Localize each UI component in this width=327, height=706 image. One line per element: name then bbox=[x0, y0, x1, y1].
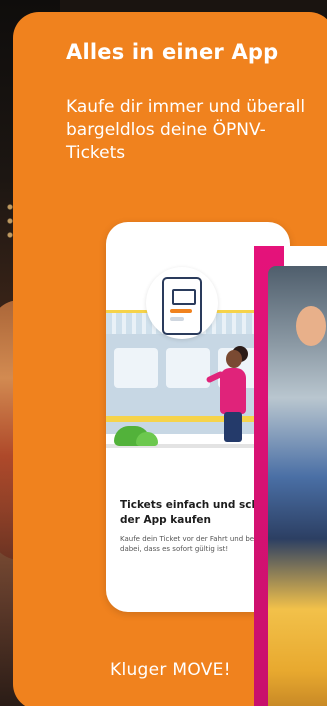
tram-window bbox=[166, 348, 210, 388]
slogan: Kluger MOVE! bbox=[110, 660, 231, 680]
bus-photo bbox=[254, 246, 327, 706]
woman-legs bbox=[224, 412, 242, 442]
bush bbox=[136, 432, 158, 446]
woman-head bbox=[226, 350, 242, 368]
subline: Kaufe dir immer und überall bargeldlos d… bbox=[66, 97, 306, 163]
ticket-icon bbox=[172, 289, 196, 305]
tram-window bbox=[114, 348, 158, 388]
ticket-bar bbox=[170, 317, 184, 321]
woman-figure bbox=[220, 368, 246, 414]
ticket-phone-icon bbox=[162, 277, 202, 335]
ticket-bar bbox=[170, 309, 192, 313]
app-store-screenshot: Alles in einer App Kaufe dir immer und ü… bbox=[0, 0, 327, 706]
phone-ticket-bubble bbox=[146, 267, 218, 339]
headline: Alles in einer App bbox=[66, 40, 279, 64]
passenger-face bbox=[296, 306, 326, 346]
